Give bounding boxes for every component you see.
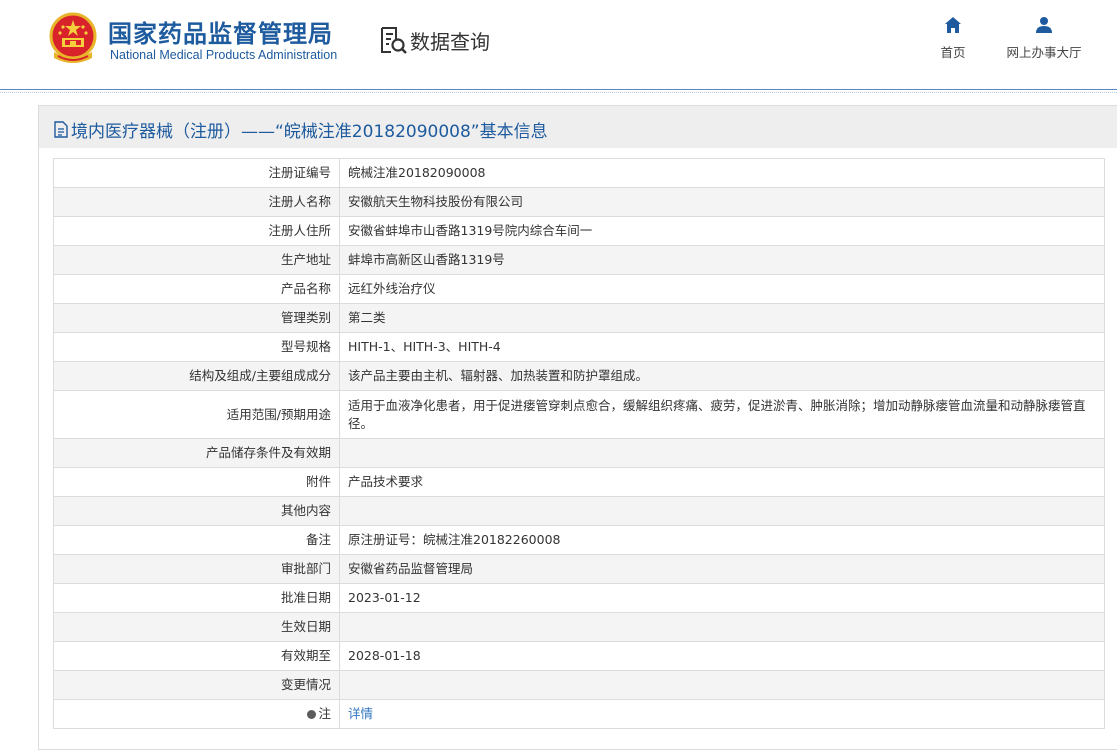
table-row: 注册人名称 安徽航天生物科技股份有限公司 bbox=[53, 187, 1105, 217]
table-row: 审批部门 安徽省药品监督管理局 bbox=[53, 554, 1105, 584]
field-value: HITH-1、HITH-3、HITH-4 bbox=[339, 332, 1105, 362]
field-value: 产品技术要求 bbox=[339, 467, 1105, 497]
field-value: 安徽航天生物科技股份有限公司 bbox=[339, 187, 1105, 217]
user-icon bbox=[1036, 17, 1052, 33]
field-label: 生产地址 bbox=[53, 245, 340, 275]
table-row: 注册证编号 皖械注准20182090008 bbox=[53, 158, 1105, 188]
table-row: 结构及组成/主要组成成分 该产品主要由主机、辐射器、加热装置和防护罩组成。 bbox=[53, 361, 1105, 391]
table-row: 变更情况 bbox=[53, 670, 1105, 700]
field-value bbox=[339, 670, 1105, 700]
field-value: 该产品主要由主机、辐射器、加热装置和防护罩组成。 bbox=[339, 361, 1105, 391]
note-label-cell: 注 bbox=[53, 699, 340, 729]
nav-home-label: 首页 bbox=[940, 45, 966, 60]
field-value: 原注册证号：皖械注准20182260008 bbox=[339, 525, 1105, 555]
table-row: 产品储存条件及有效期 bbox=[53, 438, 1105, 468]
table-row: 注 详情 bbox=[53, 699, 1105, 729]
field-label: 注册人名称 bbox=[53, 187, 340, 217]
panel-title-bar: 境内医疗器械（注册）——“皖械注准20182090008”基本信息 bbox=[39, 106, 1117, 148]
field-value: 安徽省蚌埠市山香路1319号院内综合车间一 bbox=[339, 216, 1105, 246]
field-label: 适用范围/预期用途 bbox=[53, 390, 340, 439]
field-label: 备注 bbox=[53, 525, 340, 555]
field-label: 管理类别 bbox=[53, 303, 340, 333]
agency-name-cn: 国家药品监督管理局 bbox=[108, 20, 333, 48]
field-label: 注册人住所 bbox=[53, 216, 340, 246]
field-label: 型号规格 bbox=[53, 332, 340, 362]
device-info-panel: 境内医疗器械（注册）——“皖械注准20182090008”基本信息 注册证编号 … bbox=[38, 105, 1117, 750]
table-row: 型号规格 HITH-1、HITH-3、HITH-4 bbox=[53, 332, 1105, 362]
table-row: 注册人住所 安徽省蚌埠市山香路1319号院内综合车间一 bbox=[53, 216, 1105, 246]
info-table: 注册证编号 皖械注准20182090008 注册人名称 安徽航天生物科技股份有限… bbox=[53, 158, 1105, 729]
field-label: 产品储存条件及有效期 bbox=[53, 438, 340, 468]
field-value: 2023-01-12 bbox=[339, 583, 1105, 613]
panel-title-text: 境内医疗器械（注册）——“皖械注准20182090008”基本信息 bbox=[71, 122, 548, 142]
field-label: 批准日期 bbox=[53, 583, 340, 613]
agency-name-en: National Medical Products Administration bbox=[110, 48, 338, 62]
field-label: 生效日期 bbox=[53, 612, 340, 642]
field-value bbox=[339, 612, 1105, 642]
document-search-icon bbox=[381, 27, 407, 54]
home-icon bbox=[945, 17, 961, 33]
table-row: 其他内容 bbox=[53, 496, 1105, 526]
field-value bbox=[339, 438, 1105, 468]
field-value bbox=[339, 496, 1105, 526]
national-emblem-icon bbox=[49, 12, 97, 63]
note-dot-icon bbox=[307, 710, 317, 719]
note-value-cell: 详情 bbox=[339, 699, 1105, 729]
table-row: 附件 产品技术要求 bbox=[53, 467, 1105, 497]
nav-home[interactable]: 首页 bbox=[930, 16, 976, 61]
field-label: 附件 bbox=[53, 467, 340, 497]
field-label: 注册证编号 bbox=[53, 158, 340, 188]
header-divider-dotted bbox=[0, 92, 1117, 93]
field-value: 2028-01-18 bbox=[339, 641, 1105, 671]
field-label: 审批部门 bbox=[53, 554, 340, 584]
field-value: 第二类 bbox=[339, 303, 1105, 333]
field-label: 变更情况 bbox=[53, 670, 340, 700]
document-icon bbox=[54, 121, 68, 138]
field-value: 安徽省药品监督管理局 bbox=[339, 554, 1105, 584]
table-row: 生产地址 蚌埠市高新区山香路1319号 bbox=[53, 245, 1105, 275]
field-label: 有效期至 bbox=[53, 641, 340, 671]
details-link[interactable]: 详情 bbox=[348, 706, 373, 721]
note-label: 注 bbox=[318, 706, 331, 721]
field-label: 结构及组成/主要组成成分 bbox=[53, 361, 340, 391]
table-row: 产品名称 远红外线治疗仪 bbox=[53, 274, 1105, 304]
nav-online-service-hall-label: 网上办事大厅 bbox=[1006, 45, 1082, 60]
table-row: 有效期至 2028-01-18 bbox=[53, 641, 1105, 671]
header-divider bbox=[0, 89, 1117, 90]
table-row: 备注 原注册证号：皖械注准20182260008 bbox=[53, 525, 1105, 555]
panel-title: 境内医疗器械（注册）——“皖械注准20182090008”基本信息 bbox=[53, 117, 548, 142]
data-query-label: 数据查询 bbox=[410, 29, 490, 54]
field-value: 适用于血液净化患者，用于促进瘘管穿刺点愈合，缓解组织疼痛、疲劳，促进淤青、肿胀消… bbox=[339, 390, 1105, 439]
data-query-section[interactable]: 数据查询 bbox=[378, 24, 490, 56]
nav-online-service-hall[interactable]: 网上办事大厅 bbox=[998, 16, 1090, 61]
field-label: 产品名称 bbox=[53, 274, 340, 304]
site-header: 国家药品监督管理局 National Medical Products Admi… bbox=[0, 0, 1117, 93]
table-row: 管理类别 第二类 bbox=[53, 303, 1105, 333]
table-row: 适用范围/预期用途 适用于血液净化患者，用于促进瘘管穿刺点愈合，缓解组织疼痛、疲… bbox=[53, 390, 1105, 439]
table-row: 生效日期 bbox=[53, 612, 1105, 642]
field-label: 其他内容 bbox=[53, 496, 340, 526]
field-value: 皖械注准20182090008 bbox=[339, 158, 1105, 188]
table-row: 批准日期 2023-01-12 bbox=[53, 583, 1105, 613]
field-value: 远红外线治疗仪 bbox=[339, 274, 1105, 304]
field-value: 蚌埠市高新区山香路1319号 bbox=[339, 245, 1105, 275]
